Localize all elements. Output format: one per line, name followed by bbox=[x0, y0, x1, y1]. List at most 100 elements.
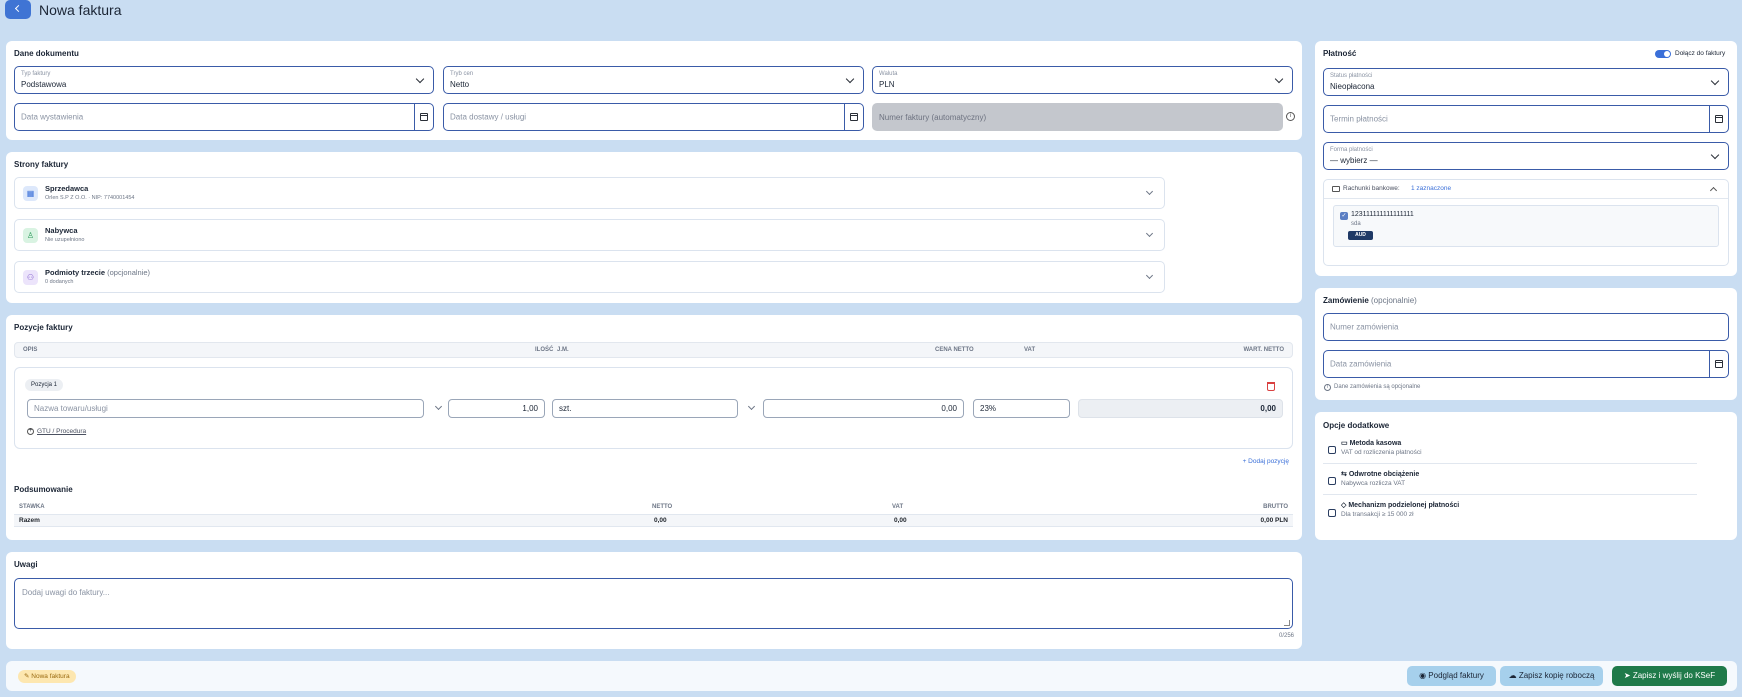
option-title: Odwrotne obciążenie bbox=[1348, 471, 1420, 478]
field-value: — wybierz — bbox=[1330, 156, 1378, 165]
section-title: Pozycje faktury bbox=[14, 323, 73, 332]
option-split-payment[interactable]: ◇ Mechanizm podzielonej płatności Dla tr… bbox=[1323, 498, 1697, 526]
order-number-input[interactable]: Numer zamówienia bbox=[1323, 313, 1729, 341]
option-cash-method[interactable]: ▭ Metoda kasowa VAT od rozliczenia płatn… bbox=[1323, 436, 1697, 464]
column-header: VAT bbox=[1024, 347, 1036, 353]
eye-icon: ◉ bbox=[1419, 671, 1429, 680]
delivery-date-field[interactable]: Data dostawy / usługi bbox=[443, 103, 864, 131]
users-icon: ⚇ bbox=[23, 270, 38, 285]
order-card: Zamówienie (opcjonalnie) Numer zamówieni… bbox=[1315, 288, 1737, 400]
item-row: Pozycja 1 Nazwa towaru/usługi 1,00 szt. … bbox=[14, 367, 1293, 449]
user-icon: ♙ bbox=[23, 228, 38, 243]
chevron-down-icon bbox=[1710, 76, 1720, 86]
unit-input[interactable]: szt. bbox=[552, 399, 738, 418]
chevron-down-icon bbox=[845, 74, 855, 84]
column-header: ILOŚĆ bbox=[535, 347, 554, 353]
field-placeholder: Data zamówienia bbox=[1330, 359, 1392, 369]
payment-form-select[interactable]: Forma płatności — wybierz — bbox=[1323, 142, 1729, 170]
field-value: PLN bbox=[879, 80, 895, 89]
calendar-button[interactable] bbox=[1709, 351, 1728, 377]
wallet-icon: ▭ bbox=[1341, 440, 1350, 447]
button-label: Zapisz i wyślij do KSeF bbox=[1632, 671, 1716, 680]
party-subtitle: 0 dodanych bbox=[45, 279, 74, 285]
seller-row[interactable]: ▦ Sprzedawca Orlen S.P Z O.O. · NIP: 774… bbox=[14, 177, 1165, 209]
checkbox[interactable] bbox=[1328, 477, 1336, 485]
field-value: Nieopłacona bbox=[1330, 82, 1375, 91]
option-subtitle: VAT od rozliczenia płatności bbox=[1341, 449, 1422, 456]
calendar-button[interactable] bbox=[414, 104, 433, 130]
field-label: Status płatności bbox=[1330, 73, 1373, 79]
optional-note: (opcjonalnie) bbox=[1368, 296, 1417, 305]
currency-select[interactable]: Waluta PLN bbox=[872, 66, 1293, 94]
plus-circle-icon: + bbox=[27, 428, 34, 435]
column-header: STAWKA bbox=[19, 504, 45, 510]
bank-accounts-panel: Rachunki bankowe: 1 zaznaczone ✓ 1231111… bbox=[1323, 179, 1729, 266]
issue-date-field[interactable]: Data wystawienia bbox=[14, 103, 434, 131]
summary-table: STAWKA NETTO VAT BRUTTO Razem 0,00 0,00 … bbox=[14, 501, 1293, 531]
calendar-icon bbox=[1715, 360, 1723, 368]
net-price-input[interactable]: 0,00 bbox=[763, 399, 964, 418]
option-subtitle: Nabywca rozlicza VAT bbox=[1341, 480, 1406, 487]
party-title: Podmioty trzecie (opcjonalnie) bbox=[45, 268, 150, 277]
column-header: OPIS bbox=[23, 347, 38, 353]
section-title: Płatność bbox=[1323, 49, 1357, 58]
invoice-type-select[interactable]: Typ faktury Podstawowa bbox=[14, 66, 434, 94]
notes-card: Uwagi Dodaj uwagi do faktury... 0/256 bbox=[6, 552, 1302, 649]
party-title: Nabywca bbox=[45, 226, 78, 235]
resize-handle-icon[interactable] bbox=[1284, 620, 1290, 626]
checkbox[interactable] bbox=[1328, 509, 1336, 517]
chevron-up-icon bbox=[1709, 186, 1718, 195]
vat-rate-input[interactable]: 23% bbox=[973, 399, 1070, 418]
quantity-input[interactable]: 1,00 bbox=[448, 399, 545, 418]
draft-status-badge: ✎ Nowa faktura bbox=[18, 670, 76, 683]
net-value-field: 0,00 bbox=[1078, 399, 1283, 418]
field-value: Netto bbox=[450, 80, 470, 89]
payment-status-select[interactable]: Status płatności Nieopłacona bbox=[1323, 68, 1729, 96]
item-name-input[interactable]: Nazwa towaru/usługi bbox=[27, 399, 424, 418]
building-icon: ▦ bbox=[23, 186, 38, 201]
field-placeholder: Numer zamówienia bbox=[1330, 322, 1399, 332]
field-placeholder: Numer faktury (automatyczny) bbox=[879, 113, 987, 122]
order-hint: Dane zamówienia są opcjonalne bbox=[1334, 384, 1421, 390]
character-counter: 0/256 bbox=[1278, 633, 1294, 639]
option-reverse-charge[interactable]: ⇆ Odwrotne obciążenie Nabywca rozlicza V… bbox=[1323, 467, 1697, 495]
field-label: Typ faktury bbox=[21, 71, 51, 77]
price-mode-select[interactable]: Tryb cen Netto bbox=[443, 66, 864, 94]
checkbox-checked[interactable]: ✓ bbox=[1340, 212, 1348, 220]
section-title: Zamówienie (opcjonalnie) bbox=[1323, 296, 1417, 305]
bank-account-item[interactable]: ✓ 123111111111111111 sda AUD bbox=[1333, 205, 1719, 247]
info-icon[interactable]: i bbox=[1286, 112, 1295, 121]
save-and-send-button[interactable]: ➤ Zapisz i wyślij do KSeF bbox=[1612, 666, 1727, 686]
notes-textarea[interactable]: Dodaj uwagi do faktury... bbox=[14, 578, 1293, 629]
column-header: WART. NETTO bbox=[1243, 347, 1284, 353]
field-value: Podstawowa bbox=[21, 80, 67, 89]
option-title: Mechanizm podzielonej płatności bbox=[1348, 502, 1460, 509]
chevron-down-icon bbox=[1710, 150, 1720, 160]
due-date-field[interactable]: Termin płatności bbox=[1323, 105, 1729, 133]
save-draft-button[interactable]: ☁ Zapisz kopię roboczą bbox=[1500, 666, 1603, 686]
badge-label: Nowa faktura bbox=[31, 673, 70, 680]
trash-icon[interactable] bbox=[1267, 382, 1275, 391]
chevron-down-icon bbox=[415, 74, 425, 84]
field-placeholder: Data wystawienia bbox=[21, 112, 84, 122]
chevron-down-icon[interactable] bbox=[747, 402, 756, 411]
chevron-down-icon bbox=[1145, 271, 1154, 280]
calendar-button[interactable] bbox=[1709, 106, 1728, 132]
option-subtitle: Dla transakcji ≥ 15 000 zł bbox=[1341, 511, 1414, 518]
column-header: J.M. bbox=[557, 347, 569, 353]
buyer-row[interactable]: ♙ Nabywca Nie uzupełniono bbox=[14, 219, 1165, 251]
preview-button[interactable]: ◉ Podgląd faktury bbox=[1407, 666, 1496, 686]
chevron-down-icon[interactable] bbox=[434, 402, 443, 411]
column-header: CENA NETTO bbox=[935, 347, 974, 353]
gtu-link[interactable]: GTU / Procedura bbox=[37, 428, 86, 435]
attach-toggle[interactable] bbox=[1655, 50, 1671, 58]
add-item-button[interactable]: + Dodaj pozycję bbox=[1243, 458, 1289, 465]
third-parties-row[interactable]: ⚇ Podmioty trzecie (opcjonalnie) 0 dodan… bbox=[14, 261, 1165, 293]
parties-card: Strony faktury ▦ Sprzedawca Orlen S.P Z … bbox=[6, 152, 1302, 303]
calendar-button[interactable] bbox=[844, 104, 863, 130]
party-subtitle: Orlen S.P Z O.O. · NIP: 7740001454 bbox=[45, 195, 135, 201]
checkbox[interactable] bbox=[1328, 446, 1336, 454]
back-button[interactable] bbox=[5, 0, 31, 19]
bank-accounts-header[interactable]: Rachunki bankowe: 1 zaznaczone bbox=[1324, 180, 1728, 199]
order-date-field[interactable]: Data zamówienia bbox=[1323, 350, 1729, 378]
